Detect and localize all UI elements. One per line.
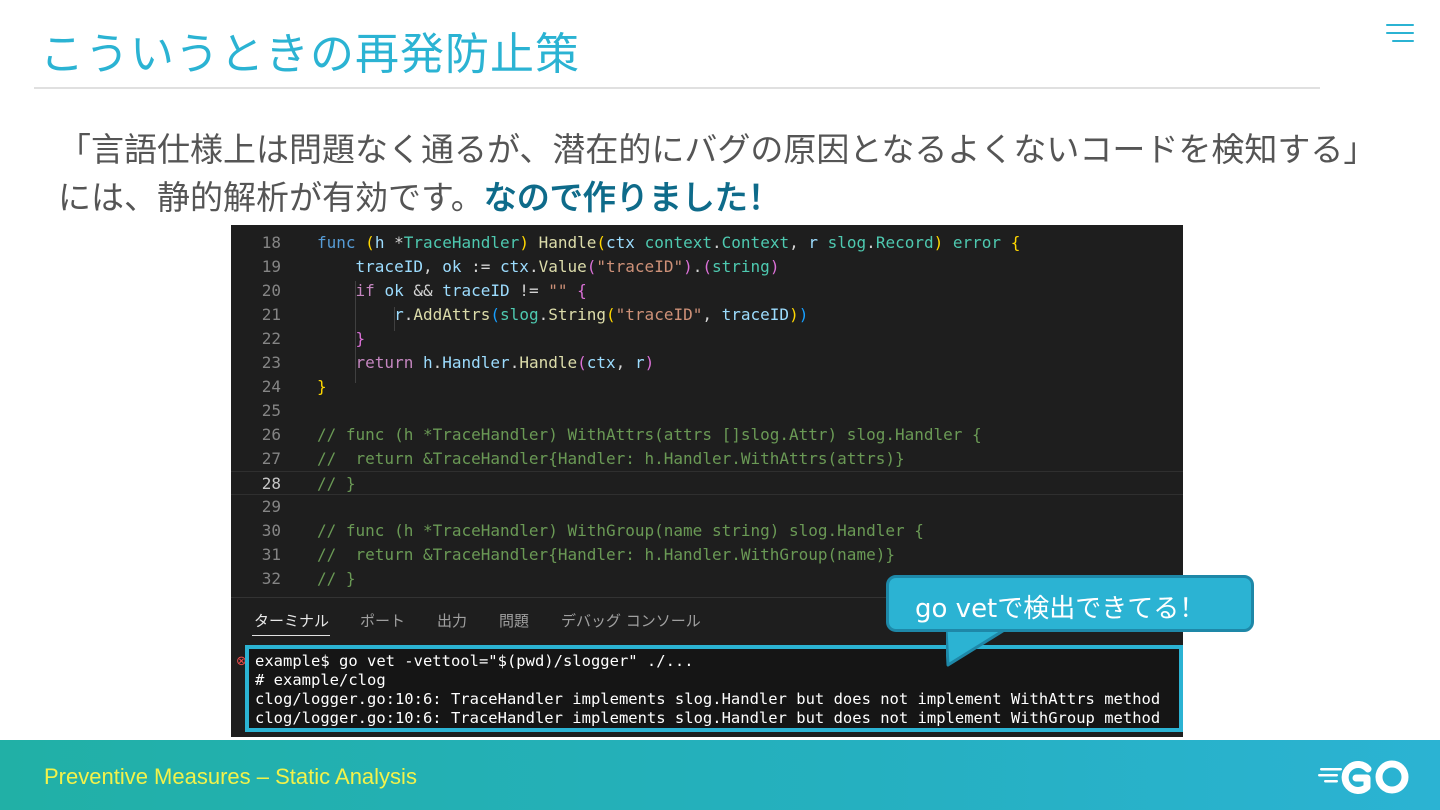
tab-output[interactable]: 出力 bbox=[437, 610, 467, 631]
code-line: 19 traceID, ok := ctx.Value("traceID").(… bbox=[231, 255, 1183, 279]
tab-terminal[interactable]: ターミナル bbox=[254, 610, 329, 631]
code-line: 21 r.AddAttrs(slog.String("traceID", tra… bbox=[231, 303, 1183, 327]
line-number: 24 bbox=[261, 377, 281, 396]
code-line: 22 } bbox=[231, 327, 1183, 351]
line-number: 31 bbox=[261, 545, 281, 564]
code-text: if ok && traceID != "" { bbox=[355, 281, 587, 300]
line-number: 23 bbox=[261, 353, 281, 372]
code-text: r.AddAttrs(slog.String("traceID", traceI… bbox=[394, 305, 809, 324]
code-line: 25 bbox=[231, 399, 1183, 423]
line-number: 32 bbox=[261, 569, 281, 588]
code-line: 26 // func (h *TraceHandler) WithAttrs(at… bbox=[231, 423, 1183, 447]
tab-debug-console[interactable]: デバッグ コンソール bbox=[561, 610, 701, 631]
callout-tail bbox=[946, 629, 1008, 667]
line-number: 26 bbox=[261, 425, 281, 444]
code-text: traceID, ok := ctx.Value("traceID").(str… bbox=[355, 257, 780, 276]
tab-ports[interactable]: ポート bbox=[360, 610, 405, 631]
terminal-line: example$ go vet -vettool="$(pwd)/slogger… bbox=[255, 652, 694, 670]
line-number: 22 bbox=[261, 329, 281, 348]
footer-bar: Preventive Measures – Static Analysis bbox=[0, 740, 1440, 810]
terminal-line: # example/clog bbox=[255, 671, 386, 689]
code-text: return h.Handler.Handle(ctx, r) bbox=[355, 353, 655, 372]
title-divider bbox=[34, 87, 1320, 89]
active-tab-indicator bbox=[252, 635, 330, 636]
slide-body-text: 「言語仕様上は問題なく通るが、潜在的にバグの原因となるよくないコードを検知する」… bbox=[58, 126, 1378, 222]
code-line: 27 // return &TraceHandler{Handler: h.Han… bbox=[231, 447, 1183, 471]
callout-text: go vetで検出できてる！ bbox=[915, 594, 1206, 624]
line-number: 27 bbox=[261, 449, 281, 468]
code-line: 29 bbox=[231, 495, 1183, 519]
tab-problems[interactable]: 問題 bbox=[499, 610, 529, 631]
code-line: 18 func (h *TraceHandler) Handle(ctx cont… bbox=[231, 231, 1183, 255]
code-line: 20 if ok && traceID != "" { bbox=[231, 279, 1183, 303]
current-code-line: 28 // } bbox=[231, 471, 1183, 495]
code-comment: // func (h *TraceHandler) WithGroup(name… bbox=[317, 521, 924, 540]
code-text: func (h *TraceHandler) Handle(ctx contex… bbox=[317, 233, 1021, 252]
line-number: 21 bbox=[261, 305, 281, 324]
body-text-emphasis: なので作りました！ bbox=[483, 178, 781, 217]
code-line: 30 // func (h *TraceHandler) WithGroup(na… bbox=[231, 519, 1183, 543]
footer-text: Preventive Measures – Static Analysis bbox=[44, 764, 417, 789]
terminal-output[interactable]: example$ go vet -vettool="$(pwd)/slogger… bbox=[245, 645, 1183, 732]
callout-bubble: go vetで検出できてる！ bbox=[886, 575, 1254, 632]
hamburger-menu-icon[interactable] bbox=[1386, 24, 1414, 44]
line-number: 18 bbox=[261, 233, 281, 252]
line-number: 29 bbox=[261, 497, 281, 516]
line-number: 30 bbox=[261, 521, 281, 540]
slide-title: こういうときの再発防止策 bbox=[40, 29, 580, 80]
code-editor[interactable]: 18 func (h *TraceHandler) Handle(ctx cont… bbox=[231, 225, 1183, 597]
line-number: 19 bbox=[261, 257, 281, 276]
line-number: 20 bbox=[261, 281, 281, 300]
code-comment: // } bbox=[317, 474, 356, 493]
code-text: } bbox=[317, 377, 327, 396]
terminal-line: clog/logger.go:10:6: TraceHandler implem… bbox=[255, 690, 1161, 708]
code-comment: // return &TraceHandler{Handler: h.Handl… bbox=[317, 449, 905, 468]
code-comment: // return &TraceHandler{Handler: h.Handl… bbox=[317, 545, 895, 564]
line-number: 28 bbox=[261, 474, 281, 493]
line-number: 25 bbox=[261, 401, 281, 420]
code-text: } bbox=[355, 329, 366, 348]
terminal-line: clog/logger.go:10:6: TraceHandler implem… bbox=[255, 709, 1161, 727]
code-comment: // func (h *TraceHandler) WithAttrs(attr… bbox=[317, 425, 982, 444]
go-logo bbox=[1318, 760, 1409, 794]
code-line: 24} bbox=[231, 375, 1183, 399]
code-comment: // } bbox=[317, 569, 356, 588]
code-line: 23 return h.Handler.Handle(ctx, r) bbox=[231, 351, 1183, 375]
code-line: 31 // return &TraceHandler{Handler: h.Han… bbox=[231, 543, 1183, 567]
